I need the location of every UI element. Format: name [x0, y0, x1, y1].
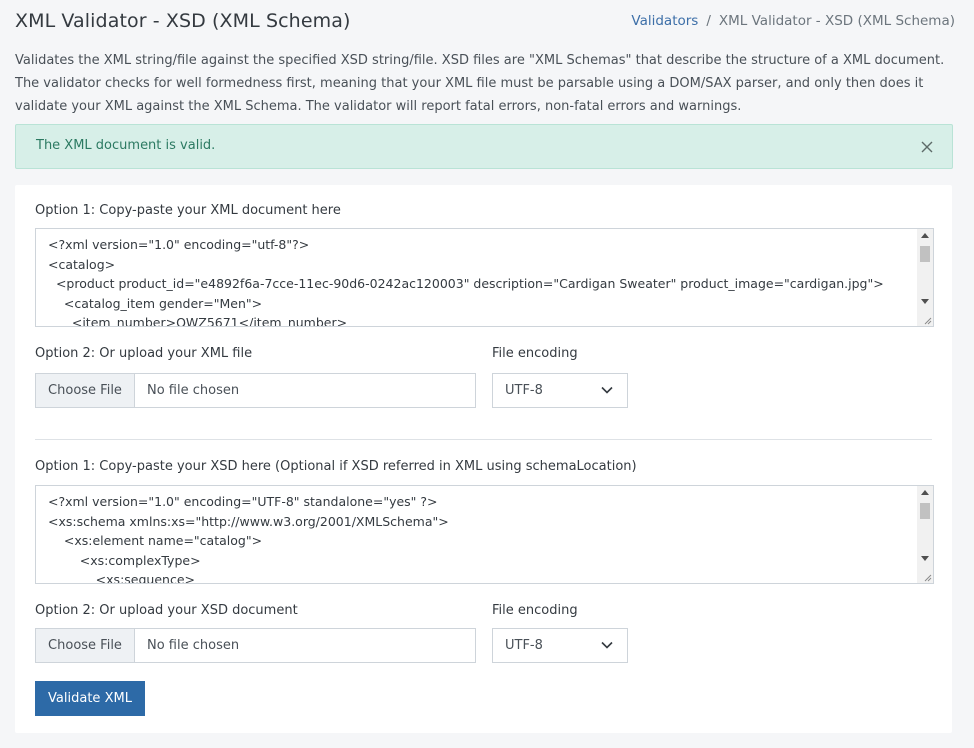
resize-grip-icon[interactable]: [923, 573, 932, 582]
xml-file-input[interactable]: Choose File No file chosen: [35, 373, 476, 408]
xsd-file-input[interactable]: Choose File No file chosen: [35, 628, 476, 663]
resize-grip-icon[interactable]: [923, 316, 932, 325]
xml-file-name: No file chosen: [147, 383, 240, 398]
xml-choose-file-button[interactable]: Choose File: [36, 374, 135, 407]
chevron-down-icon: [601, 386, 613, 394]
breadcrumb-validators-link[interactable]: Validators: [631, 13, 698, 29]
xsd-encoding-value: UTF-8: [505, 638, 543, 653]
scroll-down-arrow-icon[interactable]: [921, 556, 929, 561]
page-description: Validates the XML string/file against th…: [15, 53, 945, 114]
xml-encoding-select[interactable]: UTF-8: [492, 373, 628, 408]
xml-upload-label: Option 2: Or upload your XML file: [35, 346, 253, 361]
scroll-thumb[interactable]: [920, 503, 930, 519]
page-title: XML Validator - XSD (XML Schema): [15, 10, 351, 32]
breadcrumb: Validators / XML Validator - XSD (XML Sche…: [631, 13, 955, 29]
scroll-down-arrow-icon[interactable]: [921, 299, 929, 304]
success-alert: The XML document is valid.: [15, 124, 953, 169]
xsd-code-content: <?xml version="1.0" encoding="UTF-8" sta…: [48, 494, 449, 584]
validator-form: Option 1: Copy-paste your XML document h…: [15, 185, 952, 733]
scroll-thumb[interactable]: [920, 246, 930, 262]
xsd-input-textarea[interactable]: <?xml version="1.0" encoding="UTF-8" sta…: [35, 485, 934, 584]
xsd-encoding-label: File encoding: [492, 603, 578, 618]
page-header: XML Validator - XSD (XML Schema) Validat…: [15, 10, 955, 36]
xsd-choose-file-button[interactable]: Choose File: [36, 629, 135, 662]
scroll-up-arrow-icon[interactable]: [921, 233, 929, 238]
xml-code-content: <?xml version="1.0" encoding="utf-8"?> <…: [48, 237, 884, 327]
xsd-encoding-select[interactable]: UTF-8: [492, 628, 628, 663]
xml-paste-label: Option 1: Copy-paste your XML document h…: [35, 203, 341, 218]
xml-input-textarea[interactable]: <?xml version="1.0" encoding="utf-8"?> <…: [35, 228, 934, 327]
chevron-down-icon: [601, 641, 613, 649]
breadcrumb-current: XML Validator - XSD (XML Schema): [718, 13, 955, 29]
xsd-file-name: No file chosen: [147, 638, 240, 653]
close-icon[interactable]: [920, 139, 934, 153]
xml-encoding-label: File encoding: [492, 346, 578, 361]
scroll-up-arrow-icon[interactable]: [921, 490, 929, 495]
xsd-scrollbar[interactable]: [917, 486, 933, 583]
validate-xml-button[interactable]: Validate XML: [35, 681, 145, 716]
alert-message: The XML document is valid.: [36, 138, 216, 153]
section-divider: [35, 439, 932, 440]
xsd-paste-label: Option 1: Copy-paste your XSD here (Opti…: [35, 459, 637, 474]
xml-scrollbar[interactable]: [917, 229, 933, 326]
breadcrumb-separator: /: [706, 13, 711, 29]
xml-encoding-value: UTF-8: [505, 383, 543, 398]
xsd-upload-label: Option 2: Or upload your XSD document: [35, 603, 298, 618]
